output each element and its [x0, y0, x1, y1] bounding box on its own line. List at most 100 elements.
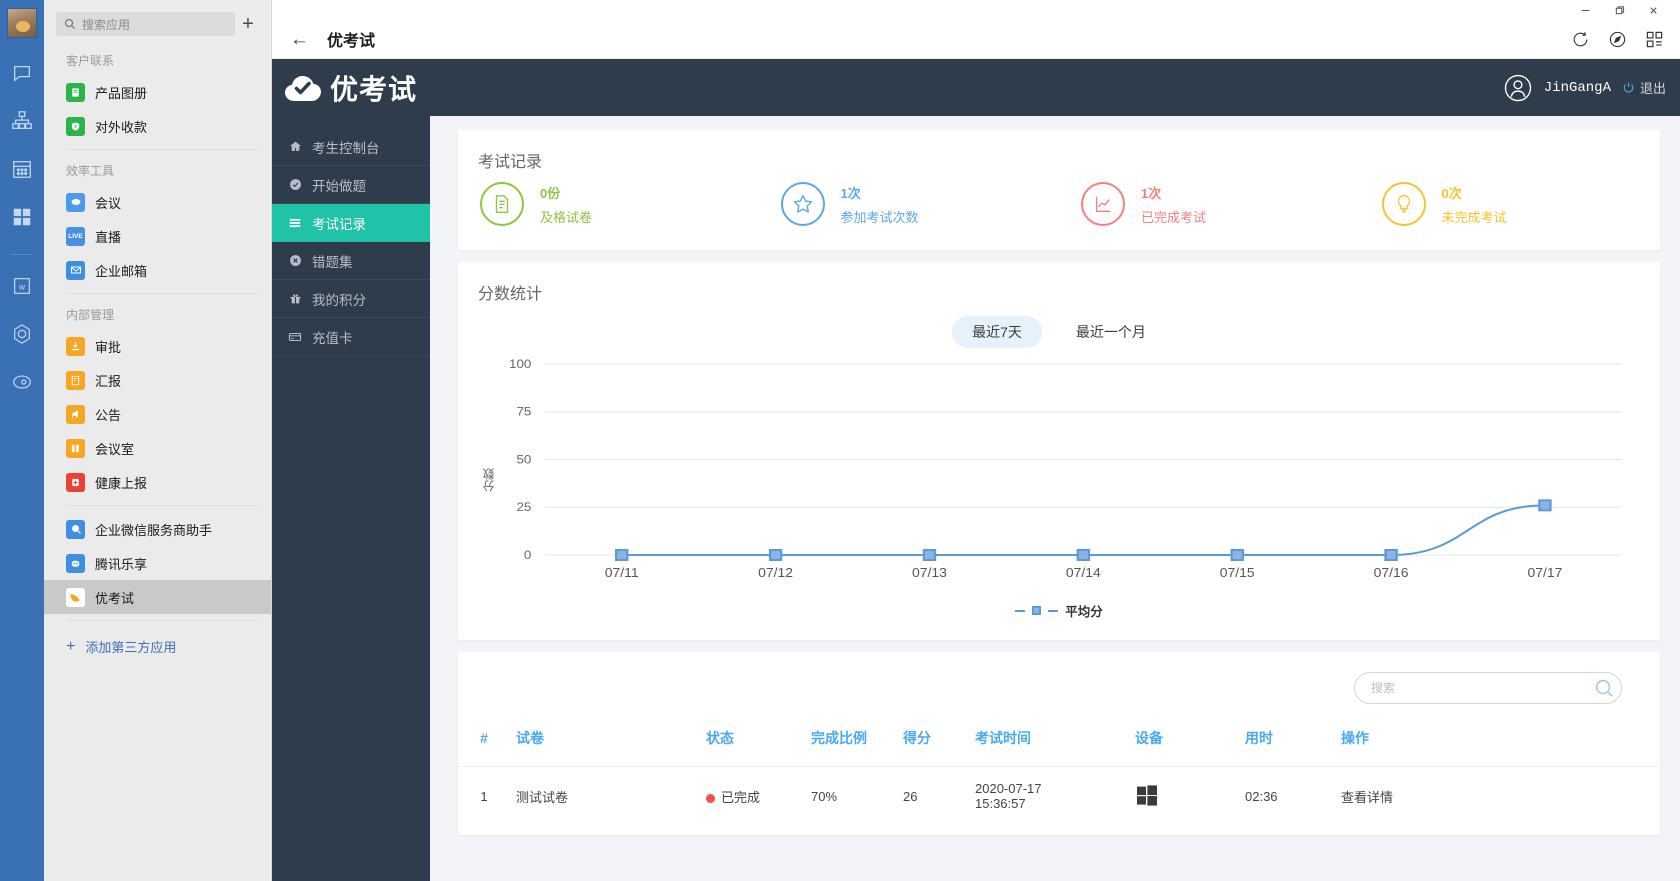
- cloud-check-icon: [285, 75, 321, 101]
- svg-text:07/14: 07/14: [1066, 566, 1101, 580]
- cell-paper: 测试试卷: [510, 766, 700, 825]
- gift-icon: [288, 292, 302, 305]
- menu-item-gift[interactable]: 我的积分: [272, 280, 430, 318]
- maximize-button[interactable]: [1602, 0, 1636, 20]
- approval-icon: [66, 336, 85, 356]
- user-avatar-icon[interactable]: [1503, 73, 1533, 103]
- lexiang-icon: [66, 553, 85, 573]
- live-icon: LIVE: [66, 226, 85, 246]
- meetingroom-icon: [66, 438, 85, 458]
- table-header-6: 设备: [1135, 730, 1163, 746]
- range-toggle-inactive[interactable]: 最近一个月: [1056, 316, 1166, 348]
- menu-item-home[interactable]: 考生控制台: [272, 128, 430, 166]
- app-item-label: 企业邮箱: [95, 263, 148, 279]
- refresh-icon[interactable]: [1571, 30, 1590, 49]
- legend-line: [1015, 609, 1026, 612]
- search-input[interactable]: 搜索应用: [56, 12, 235, 36]
- app-item-live[interactable]: LIVE 直播: [44, 219, 271, 253]
- cell-action[interactable]: 查看详情: [1335, 766, 1660, 825]
- window-controls: [272, 0, 1680, 20]
- back-arrow-icon[interactable]: ←: [290, 30, 309, 49]
- star-icon: [780, 182, 825, 226]
- cloud-icon[interactable]: [9, 369, 35, 395]
- webapp-body: 考生控制台 开始做题 考试记录 错题集 我的积分 充值卡 考试记录 0份 及格试卷 1次 参加考…: [272, 116, 1680, 881]
- youkaoshi-icon: [66, 587, 85, 607]
- minimize-button[interactable]: [1568, 0, 1602, 20]
- app-groups: 客户联系 产品图册 ¥ 对外收款 效率工具 会议 LIVE 直播 企业邮箱 内部管理 审批 汇报 公告会…: [44, 46, 271, 614]
- svg-text:25: 25: [516, 500, 531, 514]
- legend-marker-icon: [1032, 606, 1042, 615]
- menu-item-card[interactable]: 充值卡: [272, 318, 430, 356]
- grid-icon[interactable]: [1645, 30, 1664, 49]
- applist-divider: [66, 293, 257, 294]
- drive-icon[interactable]: [9, 321, 35, 347]
- calendar-icon[interactable]: [9, 156, 35, 182]
- workbench-icon[interactable]: [9, 204, 35, 230]
- app-item-announce[interactable]: 公告: [44, 397, 271, 431]
- app-item-lexiang[interactable]: 腾讯乐享: [44, 546, 271, 580]
- table-header-row: # 试卷 状态 完成比例 得分 考试时间 设备 用时 操作: [458, 718, 1660, 767]
- docs-icon[interactable]: w: [9, 273, 35, 299]
- search-icon[interactable]: [1593, 677, 1615, 699]
- menu-item-x-circle[interactable]: 错题集: [272, 242, 430, 280]
- app-item-youkaoshi[interactable]: 优考试: [44, 580, 271, 614]
- chat-icon[interactable]: [9, 60, 35, 86]
- compass-icon[interactable]: [1608, 30, 1627, 49]
- plus-icon: +: [66, 637, 76, 655]
- menu-item-check-circle[interactable]: 开始做题: [272, 166, 430, 204]
- home-icon: [288, 140, 302, 153]
- check-circle-icon: [288, 178, 302, 191]
- table-header-0: #: [480, 730, 488, 746]
- chart-svg: 0 25 50 75 100 07/11 07/12 07/13 07/14 07/15 07/16…: [509, 357, 1622, 580]
- close-button[interactable]: [1636, 0, 1670, 20]
- stat-text: 1次 已完成考试: [1141, 183, 1206, 226]
- app-item-label: 企业微信服务商助手: [95, 522, 213, 538]
- score-line-chart: 分数 0 25 50 75 100 07/11 07/12 07/13 07/14 07/15 07…: [480, 356, 1642, 591]
- add-app-button[interactable]: +: [235, 12, 261, 36]
- cell-duration[interactable]: 02:36: [1239, 766, 1335, 825]
- menu-item-label: 错题集: [312, 254, 353, 270]
- legend-label: 平均分: [1065, 605, 1103, 619]
- contacts-icon[interactable]: [9, 108, 35, 134]
- svg-text:07/12: 07/12: [758, 566, 793, 580]
- bulb-icon: [1381, 182, 1426, 226]
- announce-icon: [66, 404, 85, 424]
- stats-row: 0份 及格试卷 1次 参加考试次数 1次 已完成考试 0次 未完成考试: [458, 176, 1660, 250]
- menu-item-list[interactable]: 考试记录: [272, 204, 440, 242]
- table-search-box[interactable]: [1354, 672, 1622, 704]
- app-item-mail[interactable]: 企业邮箱: [44, 253, 271, 287]
- webapp-logo-text: 优考试: [330, 73, 418, 105]
- table-header-2: 状态: [706, 730, 734, 746]
- table-search-input[interactable]: [1371, 681, 1587, 695]
- avatar[interactable]: [7, 8, 37, 38]
- app-item-label: 会议: [95, 195, 122, 211]
- stat-label: 及格试卷: [540, 209, 593, 225]
- webapp-sidebar: 考生控制台 开始做题 考试记录错题集我的积分 充值卡: [272, 116, 440, 881]
- svg-text:07/16: 07/16: [1374, 566, 1409, 580]
- report-icon: [66, 370, 85, 390]
- search-placeholder-text: 搜索应用: [82, 17, 131, 32]
- chart-line-icon: [1081, 182, 1125, 226]
- table-header-3: 完成比例: [811, 730, 867, 746]
- app-item-assistant[interactable]: 企业微信服务商助手: [44, 512, 271, 546]
- status-dot-icon: [706, 793, 715, 803]
- range-toggle-active[interactable]: 最近7天: [952, 316, 1042, 348]
- app-item-meeting[interactable]: 会议: [44, 185, 271, 219]
- app-item-label: 汇报: [95, 373, 122, 389]
- paper-icon: [480, 182, 524, 226]
- stat-number: 0次: [1441, 185, 1462, 201]
- svg-text:50: 50: [516, 452, 531, 466]
- logout-button[interactable]: 退出: [1622, 78, 1666, 97]
- app-item-meetingroom[interactable]: 会议室: [44, 431, 271, 465]
- app-item-health[interactable]: 健康上报: [44, 465, 271, 499]
- app-group-title: 客户联系: [66, 54, 115, 68]
- add-third-party-button[interactable]: + 添加第三方应用: [44, 627, 271, 666]
- cell-time: 2020-07-17 15:36:57: [969, 766, 1129, 825]
- webapp-menu: 考生控制台 开始做题 考试记录错题集我的积分 充值卡: [272, 128, 440, 356]
- exam-records-table-card: # 试卷 状态 完成比例 得分 考试时间 设备 用时 操作 1测试试卷已完成70%262020-…: [458, 652, 1660, 835]
- app-item-payment[interactable]: ¥ 对外收款: [44, 109, 271, 143]
- webapp-user-area: JinGangA 退出: [1503, 73, 1666, 103]
- app-item-report[interactable]: 汇报: [44, 363, 271, 397]
- app-item-book[interactable]: 产品图册: [44, 75, 271, 109]
- app-item-approval[interactable]: 审批: [44, 329, 271, 363]
